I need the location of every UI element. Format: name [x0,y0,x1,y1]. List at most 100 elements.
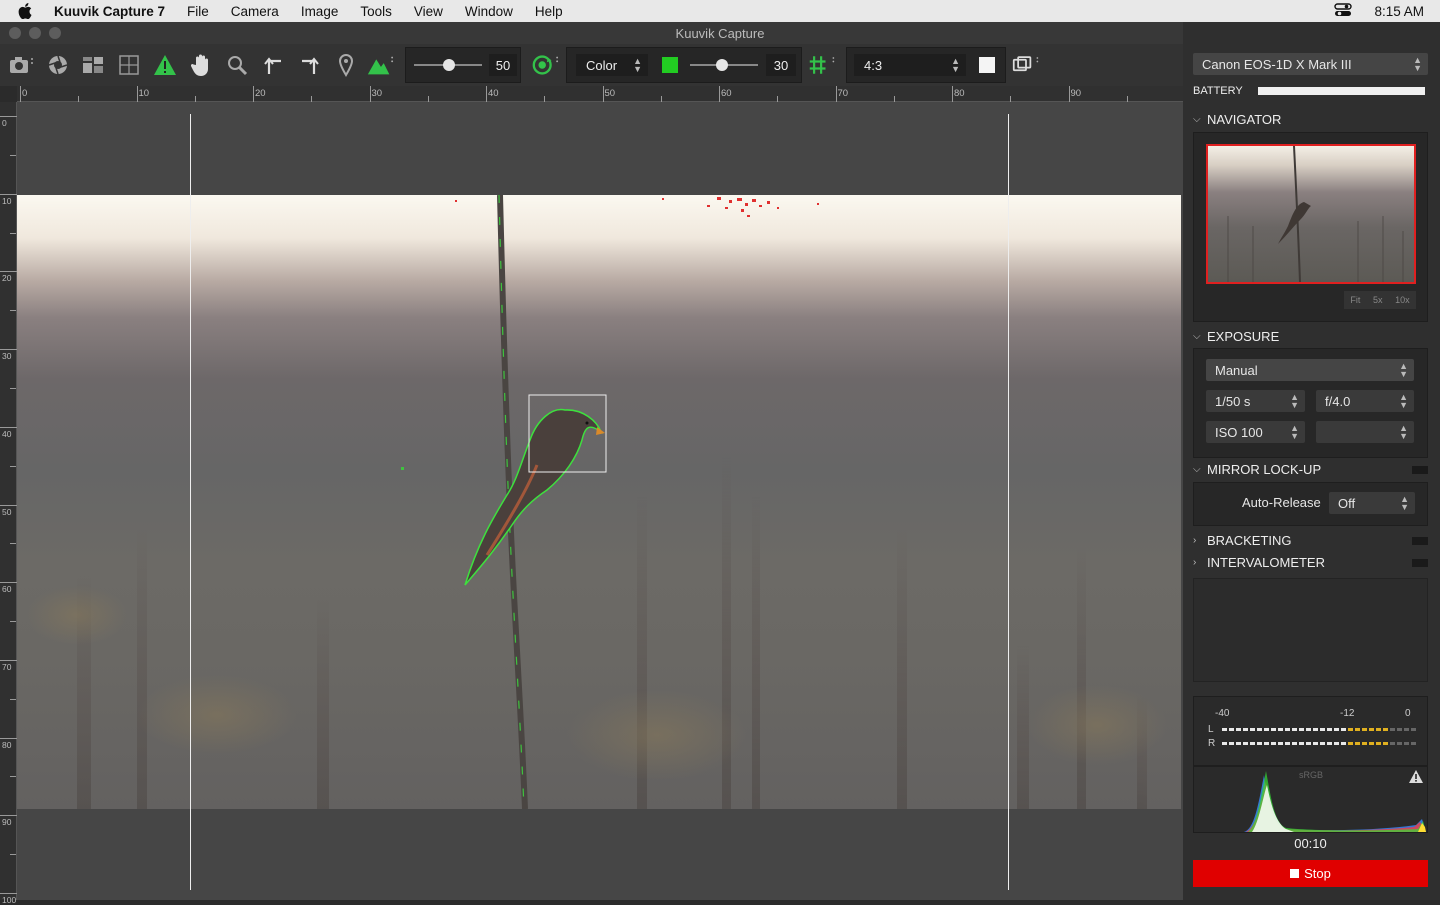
meter-segment [1292,728,1297,731]
camera-icon[interactable] [8,52,36,78]
horizontal-ruler: 0 10 20 30 40 50 60 70 80 90 [17,86,1183,102]
meter-segment [1369,728,1374,731]
overlay-mode-select[interactable]: Color ▲ ▼ [576,54,648,76]
aperture-icon[interactable] [44,52,72,78]
crop-guide-left[interactable] [190,114,191,890]
meter-segment [1243,728,1248,731]
menu-tools[interactable]: Tools [360,4,392,19]
meter-segment [1285,742,1290,745]
meter-channel-r: R [1208,738,1216,749]
ruler-tick [719,86,720,102]
menu-file[interactable]: File [187,4,209,19]
auto-release-select[interactable]: Off ▲ ▼ [1329,492,1415,514]
overlay-slider-knob[interactable] [716,59,728,71]
meter-segment [1411,728,1416,731]
ruler-tick [0,504,17,506]
camera-select[interactable]: Canon EOS-1D X Mark III ▲ ▼ [1193,53,1428,75]
menu-window[interactable]: Window [465,4,513,19]
meter-segment [1404,742,1409,745]
overlay-color-swatch[interactable] [662,57,678,73]
rotate-right-icon[interactable] [295,52,323,78]
bracketing-indicator[interactable] [1412,537,1428,545]
aspect-ratio-select[interactable]: 4:3 ▲ ▼ [854,54,966,76]
exposure-mode-select[interactable]: Manual ▲ ▼ [1206,359,1414,381]
zoom-fit-button[interactable]: Fit [1350,295,1360,305]
mirror-lockup-indicator[interactable] [1412,466,1428,474]
menu-app-name[interactable]: Kuuvik Capture 7 [54,4,165,19]
empty-panel-area [1193,578,1428,682]
ruler-label: 60 [721,88,732,99]
ruler-label: 100 [2,895,17,905]
menu-camera[interactable]: Camera [231,4,279,19]
ruler-tick [10,698,16,700]
meter-scale-right: 0 [1405,708,1411,719]
shutter-value: 1/50 s [1215,393,1251,409]
layout-icon[interactable] [80,52,108,78]
overlay-value[interactable]: 30 [766,54,796,76]
ruler-tick [0,737,17,739]
mask-color-swatch[interactable] [979,57,995,73]
live-view-image[interactable] [17,195,1181,809]
meter-segment [1341,728,1346,731]
meter-segment [1376,728,1381,731]
focus-peaking-icon[interactable] [366,52,394,78]
zoom-10x-button[interactable]: 10x [1395,295,1410,305]
ruler-tick [10,621,16,623]
capture-timer: 00:10 [1294,836,1327,851]
focus-slider-knob[interactable] [443,59,455,71]
focus-value[interactable]: 50 [489,54,517,76]
clipping-warning-icon[interactable] [151,52,179,78]
meter-segment [1376,742,1381,745]
menu-image[interactable]: Image [301,4,339,19]
rotate-left-icon[interactable] [260,52,288,78]
navigator-thumbnail[interactable] [1206,144,1416,284]
menu-view[interactable]: View [414,4,443,19]
mirror-lockup-header[interactable]: ⌵ MIRROR LOCK-UP [1193,460,1440,478]
aperture-stepper[interactable]: f/4.0 ▲ ▼ [1316,390,1414,412]
intervalometer-indicator[interactable] [1412,559,1428,567]
meter-segment [1334,742,1339,745]
audio-meter-panel: -40 -12 0 L R [1193,696,1428,766]
iso-stepper[interactable]: ISO 100 ▲ ▼ [1206,421,1305,443]
pin-icon[interactable] [332,52,360,78]
overlay-refresh-icon[interactable] [531,52,559,78]
ruler-label: 80 [2,739,12,750]
crop-guide-icon[interactable] [115,52,143,78]
navigator-header[interactable]: ⌵ NAVIGATOR [1193,110,1440,128]
meter-segment [1229,742,1234,745]
meter-segment [1348,742,1353,745]
meter-segment [1348,728,1353,731]
ruler-tick [0,349,17,351]
meter-segment [1313,728,1318,731]
zoom-5x-button[interactable]: 5x [1373,295,1383,305]
menu-help[interactable]: Help [535,4,563,19]
apple-icon[interactable] [18,3,36,19]
exposure-comp-stepper[interactable]: ▲ ▼ [1316,421,1414,443]
grid-overlay-icon[interactable] [808,52,836,78]
chevron-down-icon: ⌵ [1193,463,1201,475]
toolbar: 50 Color ▲ ▼ 30 4:3 ▲ ▼ [0,44,1183,86]
compare-overlay-icon[interactable] [1012,52,1040,78]
control-center-icon[interactable] [1334,2,1353,20]
hand-tool-icon[interactable] [188,52,216,78]
zoom-tool-icon[interactable] [223,52,251,78]
ruler-label: 60 [2,584,12,595]
crop-guide-right[interactable] [1008,114,1009,890]
menu-clock[interactable]: 8:15 AM [1374,4,1424,19]
ruler-tick [0,271,17,273]
exposure-header[interactable]: ⌵ EXPOSURE [1193,327,1440,345]
ruler-tick [20,86,21,102]
intervalometer-header[interactable]: › INTERVALOMETER [1193,553,1440,571]
shutter-stepper[interactable]: 1/50 s ▲ ▼ [1206,390,1305,412]
meter-segment [1285,728,1290,731]
live-view-canvas[interactable] [17,102,1183,900]
meter-segment [1236,728,1241,731]
stop-button[interactable]: Stop [1193,860,1428,887]
meter-segment [1306,728,1311,731]
vertical-ruler: 0 10 20 30 40 50 60 70 80 90 100 [0,102,17,905]
bracketing-header[interactable]: › BRACKETING [1193,531,1440,549]
histogram-panel: sRGB [1193,766,1428,833]
ruler-tick [0,659,17,661]
meter-segment [1306,742,1311,745]
meter-segment [1292,742,1297,745]
